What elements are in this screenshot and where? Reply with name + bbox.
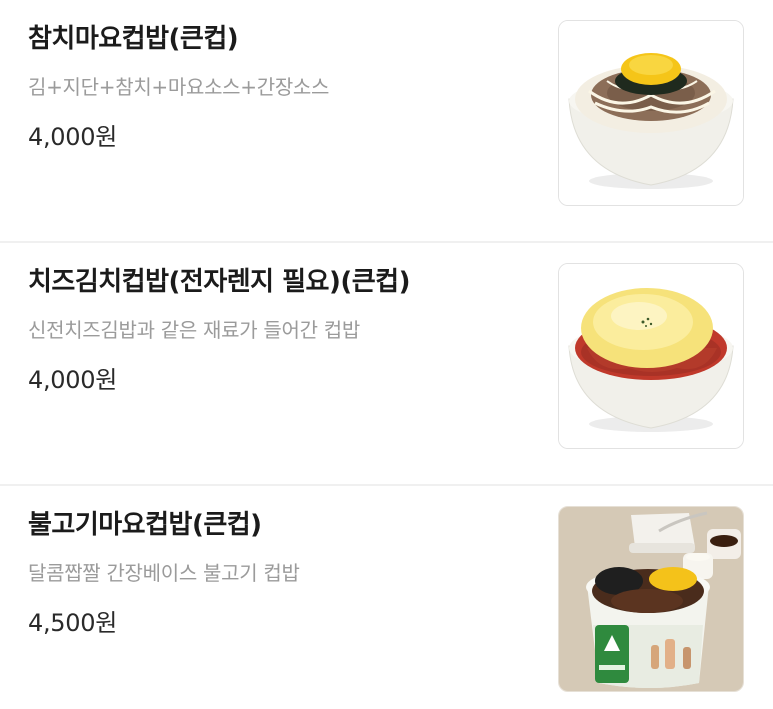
menu-item-price: 4,000원 xyxy=(28,123,117,151)
menu-item-name: 불고기마요컵밥(큰컵) xyxy=(28,510,262,540)
menu-item-bulgogi-mayo[interactable]: 불고기마요컵밥(큰컵) 달콤짭짤 간장베이스 불고기 컵밥 4,500원 xyxy=(0,486,773,707)
menu-item-name: 치즈김치컵밥(전자렌지 필요)(큰컵) xyxy=(28,267,410,297)
menu-item-image[interactable] xyxy=(558,506,744,692)
cheese-kimchi-rice-bowl-icon xyxy=(559,264,743,448)
menu-item-description: 김+지단+참치+마요소스+간장소스 xyxy=(28,75,330,99)
bulgogi-mayo-rice-cup-icon xyxy=(559,507,743,691)
menu-item-price: 4,000원 xyxy=(28,366,117,394)
menu-item-price: 4,500원 xyxy=(28,609,117,637)
menu-item-name: 참치마요컵밥(큰컵) xyxy=(28,24,239,54)
menu-item-image[interactable] xyxy=(558,20,744,206)
tuna-mayo-rice-bowl-icon xyxy=(559,21,743,205)
menu-item-description: 신전치즈김밥과 같은 재료가 들어간 컵밥 xyxy=(28,318,360,342)
menu-list: 참치마요컵밥(큰컵) 김+지단+참치+마요소스+간장소스 4,000원 치즈김치… xyxy=(0,0,773,707)
menu-item-tuna-mayo[interactable]: 참치마요컵밥(큰컵) 김+지단+참치+마요소스+간장소스 4,000원 xyxy=(0,0,773,243)
menu-item-image[interactable] xyxy=(558,263,744,449)
menu-item-cheese-kimchi[interactable]: 치즈김치컵밥(전자렌지 필요)(큰컵) 신전치즈김밥과 같은 재료가 들어간 컵… xyxy=(0,243,773,486)
menu-item-description: 달콤짭짤 간장베이스 불고기 컵밥 xyxy=(28,561,300,585)
